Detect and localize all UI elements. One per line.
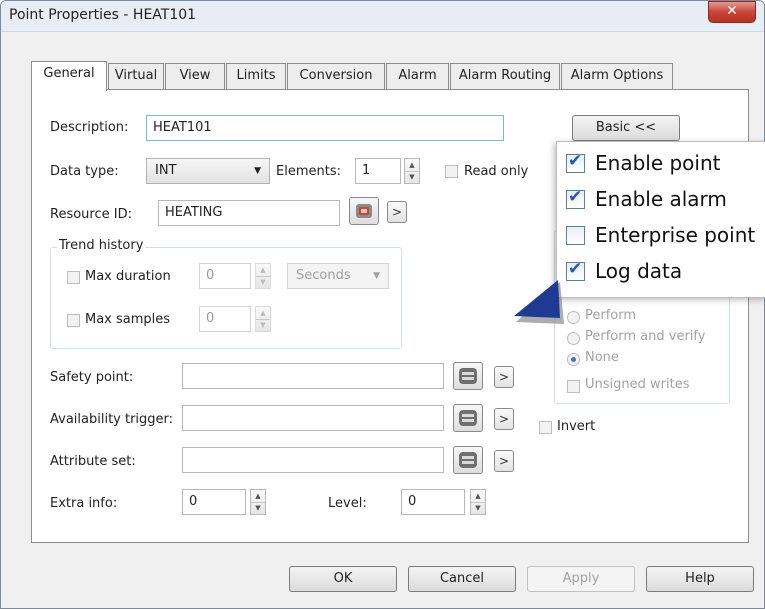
none-radio[interactable]	[567, 353, 580, 366]
unsigned-writes-checkbox[interactable]	[567, 380, 580, 393]
enable-point-label: Enable point	[595, 151, 721, 175]
max-samples-checkbox[interactable]	[67, 314, 80, 327]
close-icon: ✕	[726, 3, 738, 19]
invert-label: Invert	[557, 419, 596, 434]
trend-history-group: Trend history Max duration 0 ▲ ▼ Seconds…	[50, 238, 402, 349]
point-browse-icon	[459, 452, 477, 468]
read-only-label: Read only	[464, 164, 529, 179]
elements-label: Elements:	[276, 164, 341, 179]
tab-alarm[interactable]: Alarm	[386, 63, 449, 89]
tab-alarm-options[interactable]: Alarm Options	[561, 63, 673, 89]
enterprise-point-checkbox[interactable]	[566, 226, 585, 245]
attribute-set-label: Attribute set:	[50, 454, 136, 469]
safety-point-input[interactable]	[182, 363, 444, 389]
attribute-set-more-button[interactable]: >	[494, 450, 514, 472]
max-duration-checkbox[interactable]	[67, 271, 80, 284]
perform-label: Perform	[585, 308, 637, 323]
point-browse-icon	[459, 368, 477, 384]
description-input[interactable]: HEAT101	[146, 115, 504, 141]
close-button[interactable]: ✕	[708, 1, 756, 23]
elements-input[interactable]: 1	[355, 158, 401, 184]
read-only-checkbox[interactable]	[445, 165, 458, 178]
basic-toggle-button[interactable]: Basic <<	[572, 115, 680, 141]
elements-spinner[interactable]: ▲ ▼	[404, 158, 420, 184]
tab-conversion[interactable]: Conversion	[287, 63, 385, 89]
enable-alarm-checkbox[interactable]	[566, 187, 585, 209]
safety-point-more-button[interactable]: >	[494, 366, 514, 388]
description-label: Description:	[50, 120, 129, 135]
help-button[interactable]: Help	[646, 566, 754, 592]
availability-trigger-label: Availability trigger:	[50, 412, 174, 427]
extra-info-spinner[interactable]: ▲ ▼	[250, 489, 266, 515]
spin-down-icon[interactable]: ▼	[405, 171, 419, 183]
spin-down-icon[interactable]: ▼	[471, 502, 485, 514]
chevron-down-icon: ▼	[254, 166, 261, 176]
level-spinner[interactable]: ▲ ▼	[470, 489, 486, 515]
max-duration-label: Max duration	[85, 269, 171, 284]
duration-unit-select[interactable]: Seconds ▼	[287, 263, 389, 289]
data-type-value: INT	[155, 163, 177, 178]
data-type-label: Data type:	[50, 164, 119, 179]
invert-checkbox[interactable]	[539, 421, 552, 434]
spin-down-icon[interactable]: ▼	[256, 276, 270, 288]
perform-and-verify-label: Perform and verify	[585, 329, 706, 344]
chevron-down-icon: ▼	[373, 271, 380, 281]
resource-browse-button[interactable]	[349, 197, 379, 225]
trend-history-title: Trend history	[57, 238, 146, 253]
max-samples-spinner[interactable]: ▲ ▼	[255, 306, 271, 332]
tab-general[interactable]: General	[31, 61, 107, 91]
enable-alarm-label: Enable alarm	[595, 187, 727, 211]
enable-point-checkbox[interactable]	[566, 151, 585, 173]
tab-virtual[interactable]: Virtual	[108, 63, 164, 89]
resource-icon	[356, 204, 372, 218]
ok-button[interactable]: OK	[289, 566, 397, 592]
window-title: Point Properties - HEAT101	[9, 7, 197, 23]
availability-trigger-more-button[interactable]: >	[494, 408, 514, 430]
tab-alarm-routing[interactable]: Alarm Routing	[450, 63, 560, 89]
availability-trigger-browse-button[interactable]	[453, 404, 483, 432]
extra-info-input[interactable]: 0	[182, 489, 246, 515]
tab-view[interactable]: View	[165, 63, 225, 89]
level-label: Level:	[328, 496, 367, 511]
safety-point-label: Safety point:	[50, 370, 134, 385]
spin-down-icon[interactable]: ▼	[256, 319, 270, 331]
callout-arrow-icon	[514, 280, 564, 324]
level-input[interactable]: 0	[401, 489, 465, 515]
attribute-set-input[interactable]	[182, 447, 444, 473]
data-type-select[interactable]: INT ▼	[146, 158, 270, 184]
cancel-button[interactable]: Cancel	[408, 566, 516, 592]
duration-unit-value: Seconds	[296, 268, 351, 283]
enterprise-point-label: Enterprise point	[595, 223, 756, 247]
attribute-set-browse-button[interactable]	[453, 446, 483, 474]
max-samples-label: Max samples	[85, 312, 171, 327]
max-duration-spinner[interactable]: ▲ ▼	[255, 263, 271, 289]
resource-id-input[interactable]: HEATING	[158, 200, 340, 226]
point-browse-icon	[459, 410, 477, 426]
max-duration-input[interactable]: 0	[199, 263, 251, 289]
point-properties-window: Point Properties - HEAT101 ✕ General Vir…	[0, 0, 765, 609]
apply-button[interactable]: Apply	[527, 566, 635, 592]
extra-info-label: Extra info:	[50, 496, 118, 511]
resource-id-label: Resource ID:	[50, 207, 132, 222]
availability-trigger-input[interactable]	[182, 405, 444, 431]
log-data-label: Log data	[595, 259, 683, 283]
tab-limits[interactable]: Limits	[226, 63, 286, 89]
zoomed-options-callout: Enable point Enable alarm Enterprise poi…	[556, 141, 765, 298]
unsigned-writes-label: Unsigned writes	[585, 377, 690, 392]
none-label: None	[585, 350, 619, 365]
resource-more-button[interactable]: >	[387, 201, 407, 223]
spin-down-icon[interactable]: ▼	[251, 502, 265, 514]
title-bar: Point Properties - HEAT101 ✕	[1, 1, 764, 32]
safety-point-browse-button[interactable]	[453, 362, 483, 390]
max-samples-input[interactable]: 0	[199, 306, 251, 332]
